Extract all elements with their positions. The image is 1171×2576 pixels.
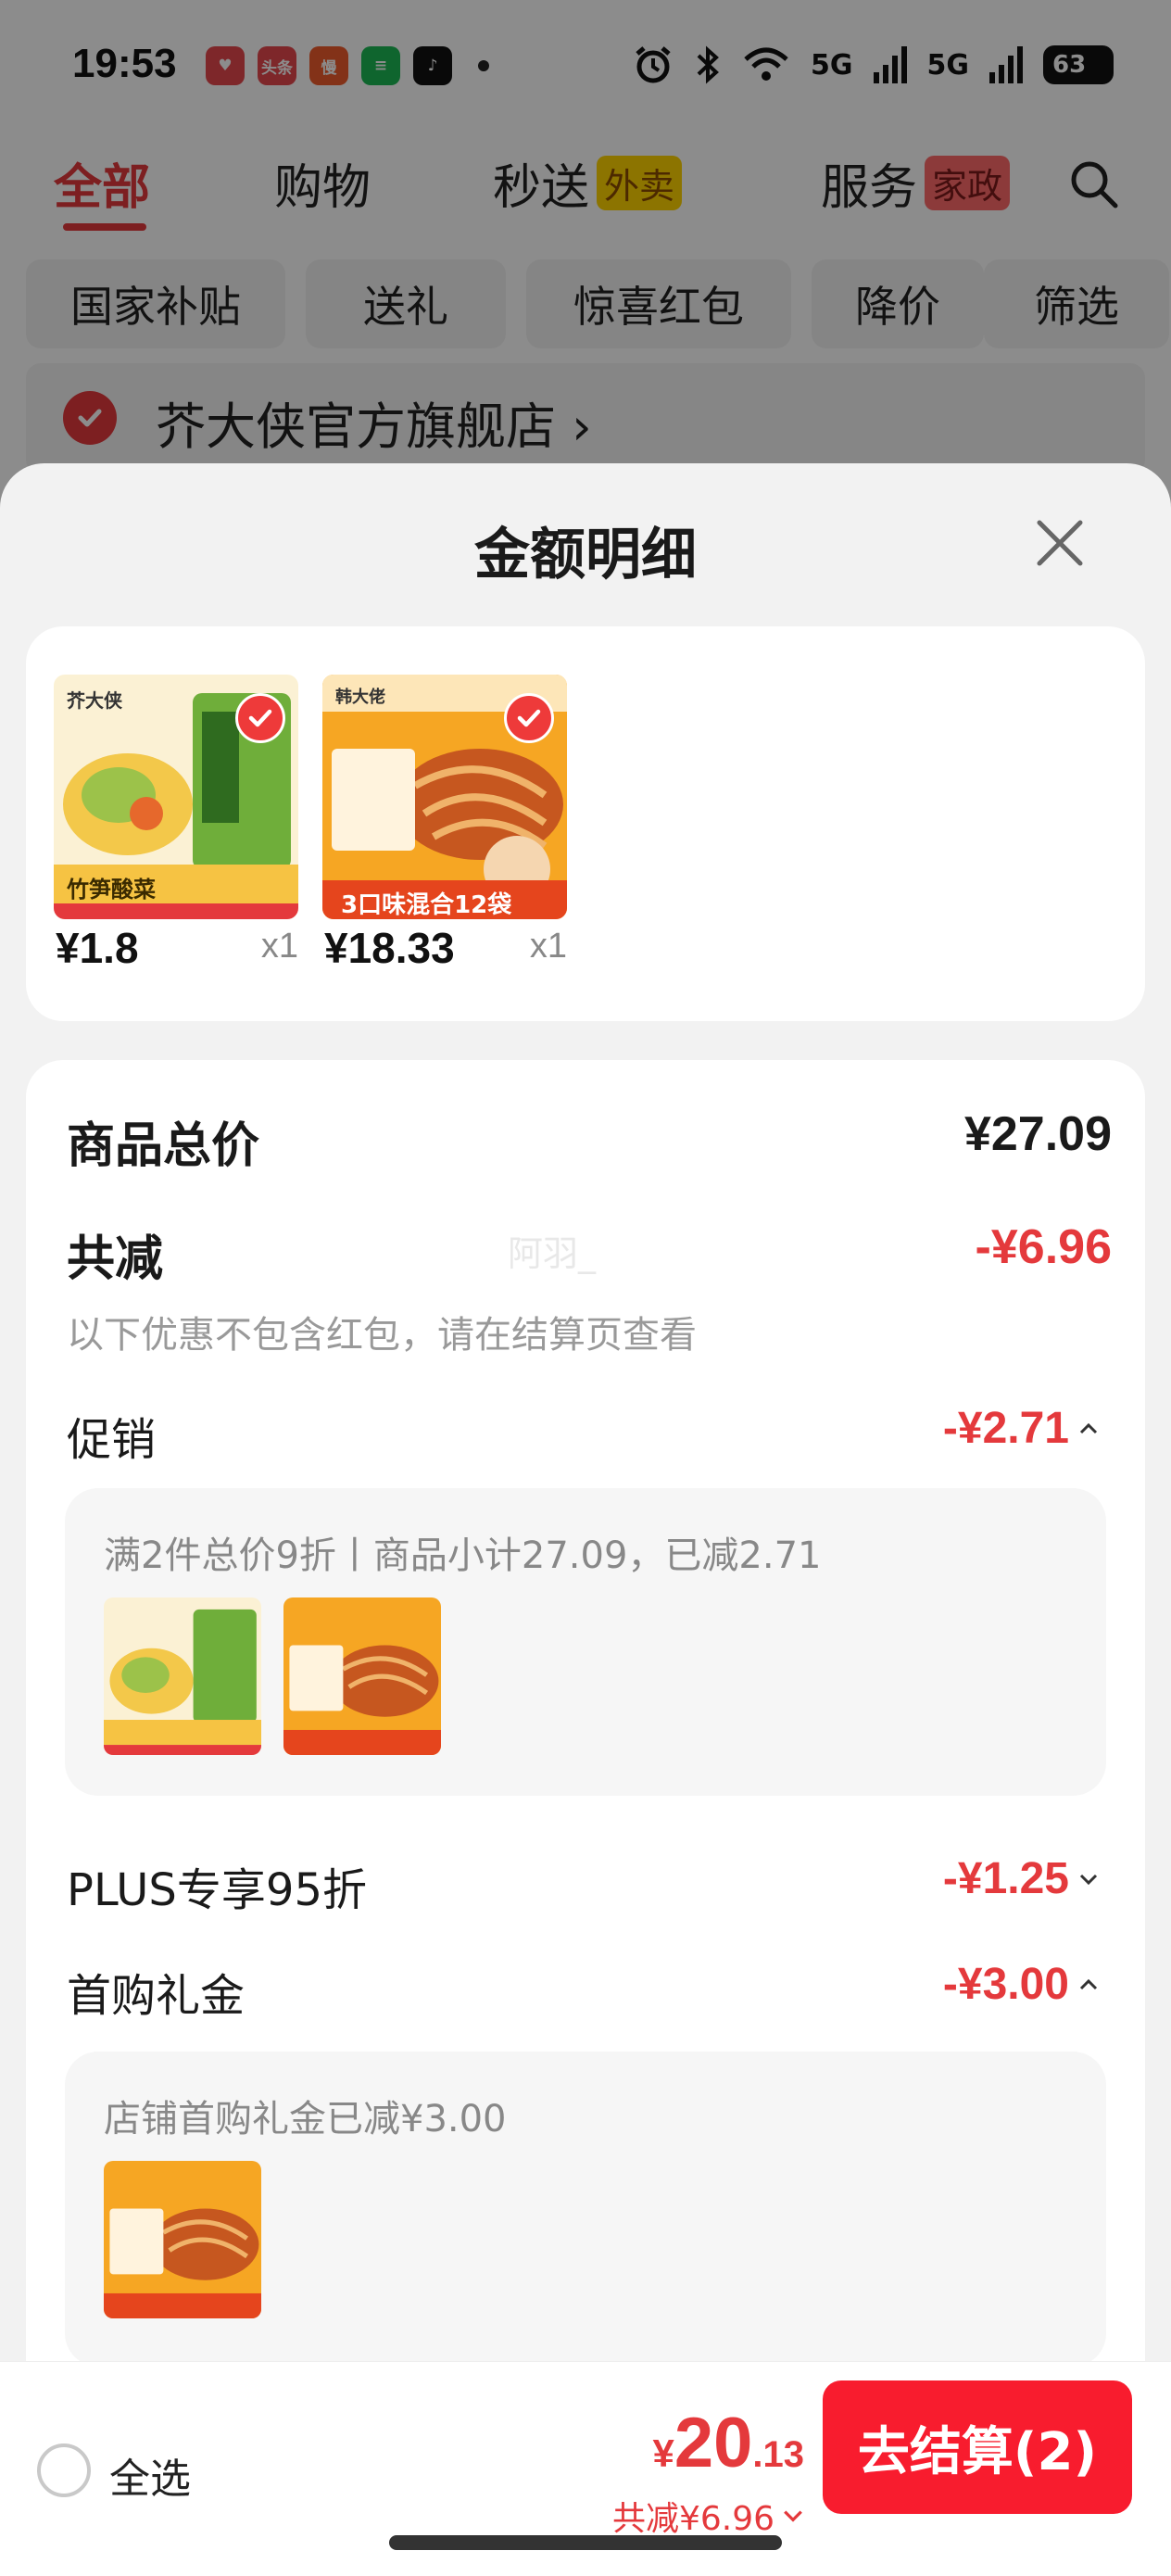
chevron-down-icon [784, 2510, 802, 2522]
product-selected-check-icon[interactable] [235, 693, 285, 743]
total-reduction-label: 共减 [67, 1231, 164, 1287]
selected-products-card: 芥大侠 竹笋酸菜 ¥1.8 x1 韩大佬 3口味混合12袋 ¥18.33 x1 [26, 626, 1145, 1021]
chevron-up-icon [1079, 1422, 1098, 1433]
promo-label[interactable]: 促销 [67, 1403, 156, 1468]
product-image-label: 3口味混合12袋 [341, 891, 512, 919]
promo-product-thumb-noodles [283, 1597, 441, 1755]
promo-detail-box: 满2件总价9折丨商品小计27.09，已减2.71 [65, 1488, 1106, 1796]
plus-discount-toggle[interactable]: -¥1.25 [943, 1853, 1099, 1904]
product-quantity: x1 [529, 927, 567, 966]
total-reduction-value: -¥6.96 [975, 1220, 1112, 1274]
promo-toggle[interactable]: -¥2.71 [943, 1403, 1099, 1454]
promo-detail-text: 满2件总价9折丨商品小计27.09，已减2.71 [104, 1534, 822, 1577]
product-price: ¥1.8 [56, 924, 139, 972]
checkout-button[interactable]: 去结算(2) [823, 2380, 1132, 2514]
price-summary-card: 商品总价 ¥27.09 阿羽_ 共减 -¥6.96 以下优惠不包含红包，请在结算… [26, 1060, 1145, 2576]
total-price-value: ¥27.09 [963, 1107, 1112, 1161]
total-price-label: 商品总价 [67, 1118, 260, 1174]
product-price: ¥18.33 [324, 924, 455, 972]
product-item[interactable]: 芥大侠 竹笋酸菜 ¥1.8 x1 [54, 675, 298, 972]
price-integer: 20 [674, 2404, 753, 2482]
product-image-noodles[interactable]: 韩大佬 3口味混合12袋 [322, 675, 567, 919]
brand-label: 芥大侠 [67, 689, 122, 712]
first-gift-value: -¥3.00 [942, 1960, 1069, 2009]
first-gift-detail-box: 店铺首购礼金已减¥3.00 [65, 2052, 1106, 2367]
first-gift-detail-text: 店铺首购礼金已减¥3.00 [104, 2098, 507, 2140]
saving-text: 共减¥6.96 [611, 2500, 774, 2538]
product-selected-check-icon[interactable] [504, 693, 554, 743]
chevron-up-icon [1079, 1978, 1098, 1989]
price-currency: ¥ [652, 2431, 674, 2475]
product-image-pickled-cabbage[interactable]: 芥大侠 竹笋酸菜 [54, 675, 298, 919]
promo-product-thumb-pickled-cabbage [104, 1597, 261, 1755]
watermark: 阿羽_ [508, 1233, 597, 1274]
home-indicator[interactable] [389, 2535, 782, 2550]
reduction-note: 以下优惠不包含红包，请在结算页查看 [67, 1314, 697, 1357]
select-all-label[interactable]: 全选 [109, 2445, 191, 2505]
first-gift-toggle[interactable]: -¥3.00 [943, 1959, 1099, 2010]
first-gift-label[interactable]: 首购礼金 [67, 1959, 245, 2024]
price-decimal: .13 [752, 2434, 804, 2475]
saving-toggle[interactable]: 共减¥6.96 [612, 2492, 804, 2540]
chevron-down-icon [1079, 1874, 1098, 1885]
product-quantity: x1 [260, 927, 298, 966]
product-image-label: 竹笋酸菜 [67, 877, 156, 903]
plus-discount-label[interactable]: PLUS专享95折 [67, 1853, 367, 1918]
sheet-title: 金额明细 [474, 523, 697, 587]
brand-label: 韩大佬 [335, 688, 385, 707]
amount-detail-sheet: 金额明细 芥大侠 竹笋酸菜 ¥1.8 x1 韩大佬 3口味混合12袋 ¥18.3… [0, 463, 1171, 2576]
promo-value: -¥2.71 [942, 1404, 1069, 1453]
product-item[interactable]: 韩大佬 3口味混合12袋 ¥18.33 x1 [322, 675, 567, 972]
close-icon[interactable] [1034, 517, 1086, 569]
select-all-radio[interactable] [37, 2443, 91, 2497]
plus-discount-value: -¥1.25 [942, 1854, 1069, 1903]
total-payable-price: ¥20.13 [652, 2403, 804, 2483]
first-gift-product-thumb-noodles [104, 2161, 261, 2318]
